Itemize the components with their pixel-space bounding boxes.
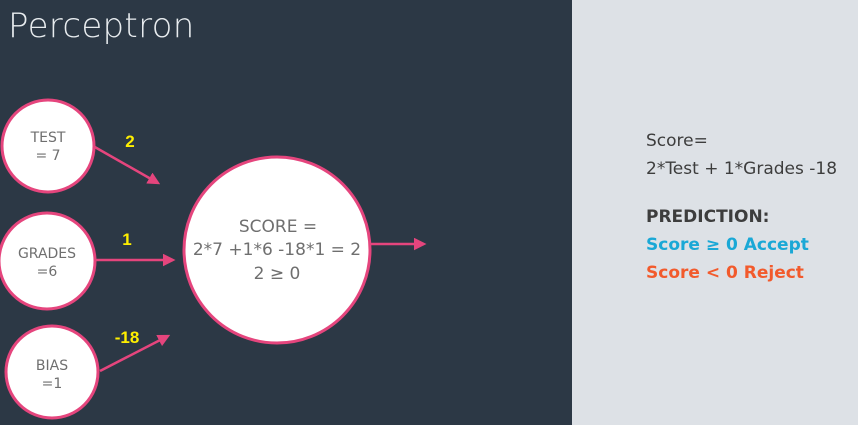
slide: Perceptron TEST = 7 GRADES =6 BIAS =1 SC… — [0, 0, 858, 425]
score-node-equation: 2*7 +1*6 -18*1 = 2 — [193, 240, 361, 260]
score-node: SCORE = 2*7 +1*6 -18*1 = 2 2 ≥ 0 — [182, 155, 372, 345]
grades-node-value: =6 — [37, 264, 58, 280]
test-node-label: TEST — [30, 130, 66, 146]
grades-node-label: GRADES — [18, 246, 76, 262]
score-node-comparison: 2 ≥ 0 — [254, 264, 301, 284]
info-spacer — [646, 183, 837, 203]
input-node-test: TEST = 7 — [0, 98, 96, 194]
bias-node-value: =1 — [42, 376, 63, 392]
weight-grades: 1 — [122, 230, 131, 249]
prediction-heading: PREDICTION: — [646, 207, 770, 227]
reject-rule: Score < 0 Reject — [646, 263, 804, 283]
edge-test-to-score — [92, 144, 161, 185]
perceptron-diagram: TEST = 7 GRADES =6 BIAS =1 SCORE = 2*7 +… — [0, 98, 427, 420]
score-node-heading: SCORE = — [239, 217, 317, 237]
score-label: Score= — [646, 131, 708, 151]
accept-rule: Score ≥ 0 Accept — [646, 235, 809, 255]
bias-node-label: BIAS — [36, 358, 68, 374]
weight-test: 2 — [125, 132, 134, 151]
weight-bias: -18 — [115, 328, 140, 347]
test-node-value: = 7 — [35, 148, 60, 164]
input-node-bias: BIAS =1 — [4, 324, 100, 420]
prediction-info: Score= 2*Test + 1*Grades -18 PREDICTION:… — [646, 127, 837, 287]
score-formula: 2*Test + 1*Grades -18 — [646, 159, 838, 179]
input-node-grades: GRADES =6 — [0, 211, 97, 311]
